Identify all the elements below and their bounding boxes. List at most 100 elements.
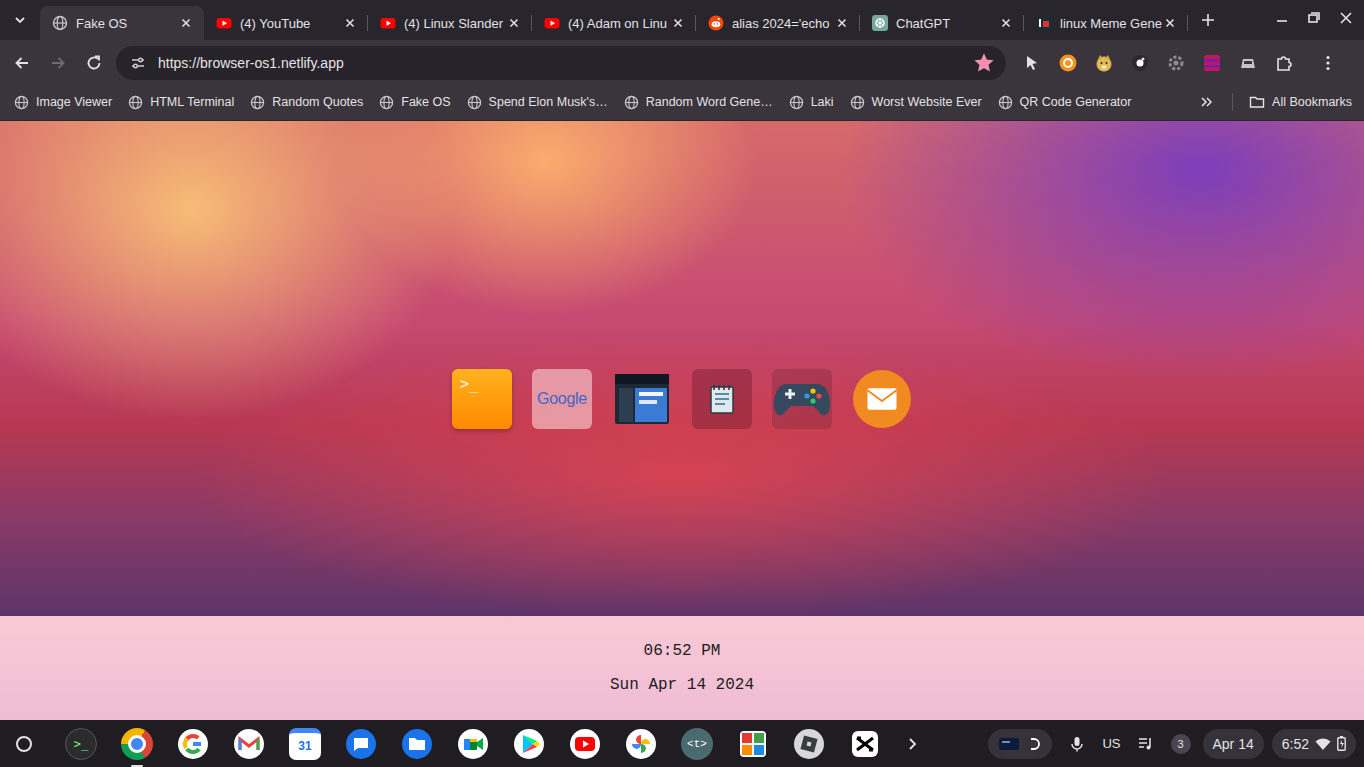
restore-icon[interactable] xyxy=(1300,8,1328,28)
tab-title: linux Meme Gene xyxy=(1060,16,1154,31)
back-button[interactable] xyxy=(6,47,38,79)
tab[interactable]: (4) YouTube xyxy=(204,6,368,40)
desktop-icon[interactable] xyxy=(692,369,752,429)
wifi-icon xyxy=(1315,737,1331,751)
bookmark[interactable]: Spend Elon Musk's… xyxy=(467,95,608,110)
shelf-app[interactable]: 31 xyxy=(285,724,325,764)
bookmark[interactable]: Fake OS xyxy=(379,95,450,110)
bookmark[interactable]: Random Word Gene… xyxy=(624,95,773,110)
globe-icon xyxy=(52,15,68,31)
car-extension-icon[interactable] xyxy=(1238,53,1258,73)
bookmark[interactable]: HTML Terminal xyxy=(128,95,234,110)
cursor-extension-icon[interactable] xyxy=(1022,53,1042,73)
close-icon[interactable] xyxy=(834,15,850,31)
favicon xyxy=(544,15,560,31)
favicon xyxy=(52,15,68,31)
notification-count[interactable]: 3 xyxy=(1171,734,1191,754)
shelf-app[interactable] xyxy=(845,724,885,764)
youtube-icon xyxy=(216,15,232,31)
desktop-icon[interactable] xyxy=(852,369,912,429)
forward-button[interactable] xyxy=(42,47,74,79)
desktop-icon[interactable]: Google xyxy=(532,369,592,429)
bookmark[interactable]: Laki xyxy=(789,95,834,110)
bookmark[interactable]: Image Viewer xyxy=(14,95,112,110)
shelf-app[interactable]: >_ xyxy=(61,724,101,764)
shelf-app[interactable] xyxy=(341,724,381,764)
shelf-app[interactable] xyxy=(733,724,773,764)
close-icon[interactable] xyxy=(342,15,358,31)
tab[interactable]: linux Meme Gene xyxy=(1024,6,1188,40)
shelf-app[interactable] xyxy=(173,724,213,764)
notepad-icon xyxy=(705,382,739,416)
pink-extension-icon[interactable] xyxy=(1202,53,1222,73)
close-icon[interactable] xyxy=(1162,15,1178,31)
close-icon[interactable] xyxy=(670,15,686,31)
chevron-right-icon[interactable] xyxy=(904,736,920,752)
menu-button[interactable] xyxy=(1312,47,1344,79)
clock-time: 06:52 PM xyxy=(644,641,721,661)
shelf-app[interactable] xyxy=(509,724,549,764)
play-store-icon xyxy=(513,728,545,760)
chevron-double-right-icon[interactable] xyxy=(1198,93,1216,111)
input-method[interactable]: US xyxy=(1102,736,1120,751)
gear-extension-icon[interactable] xyxy=(1166,53,1186,73)
youtube-icon xyxy=(544,15,560,31)
bookmark[interactable]: QR Code Generator xyxy=(998,95,1132,110)
url-text[interactable]: https://browser-os1.netlify.app xyxy=(158,55,962,71)
shelf-app[interactable] xyxy=(397,724,437,764)
favicon xyxy=(872,15,888,31)
extensions xyxy=(1022,53,1294,73)
bookmark[interactable]: Random Quotes xyxy=(250,95,363,110)
tab[interactable]: ChatGPT xyxy=(860,6,1024,40)
desktop-icon[interactable] xyxy=(612,369,672,429)
close-icon[interactable] xyxy=(998,15,1014,31)
puzzle-icon[interactable] xyxy=(1274,53,1294,73)
shelf-app[interactable] xyxy=(229,724,269,764)
close-icon[interactable] xyxy=(506,15,522,31)
shelf-app[interactable] xyxy=(621,724,661,764)
globe-icon xyxy=(850,95,865,110)
microphone-icon[interactable] xyxy=(1068,735,1086,753)
stylus-tray-button[interactable] xyxy=(988,729,1052,759)
system-tray-button[interactable]: 6:52 xyxy=(1272,729,1356,759)
globe-icon xyxy=(128,95,143,110)
blocks-app-icon xyxy=(737,728,769,760)
desktop-icon[interactable]: >_ xyxy=(452,369,512,429)
orange-extension-icon[interactable] xyxy=(1058,53,1078,73)
shelf-apps: >_ 31 <t> xyxy=(61,724,885,764)
files-icon xyxy=(401,728,433,760)
bookmark-star-icon[interactable] xyxy=(974,53,994,73)
bookmarks-bar: Image Viewer HTML Terminal Random Quotes Fa… xyxy=(0,86,1364,121)
tab-search-button[interactable] xyxy=(8,8,32,32)
tab-title: Fake OS xyxy=(76,16,170,31)
shelf: >_ 31 <t> US 3 Apr 14 6:52 xyxy=(0,720,1364,767)
tab[interactable]: alias 2024='echo xyxy=(696,6,860,40)
clock-panel: 06:52 PMSun Apr 14 2024 xyxy=(0,616,1364,720)
tab[interactable]: (4) Adam on Linu xyxy=(532,6,696,40)
bookmark[interactable]: Worst Website Ever xyxy=(850,95,982,110)
minimize-icon[interactable] xyxy=(1268,8,1296,28)
close-icon[interactable] xyxy=(178,15,194,31)
reload-button[interactable] xyxy=(78,47,110,79)
desktop-icon[interactable] xyxy=(772,369,832,429)
launcher-button[interactable] xyxy=(8,728,40,760)
plus-icon xyxy=(1200,12,1216,28)
media-controls-icon[interactable] xyxy=(1137,735,1155,753)
favicon xyxy=(216,15,232,31)
all-bookmarks-button[interactable]: All Bookmarks xyxy=(1249,94,1352,110)
eye-extension-icon[interactable] xyxy=(1130,53,1150,73)
address-bar[interactable]: https://browser-os1.netlify.app xyxy=(116,46,1006,80)
tab[interactable]: Fake OS xyxy=(40,6,204,40)
status-tray: US 3 Apr 14 6:52 xyxy=(988,729,1356,759)
shelf-app[interactable] xyxy=(117,724,157,764)
shelf-app[interactable] xyxy=(453,724,493,764)
shelf-app[interactable] xyxy=(789,724,829,764)
shelf-app[interactable]: <t> xyxy=(677,724,717,764)
site-settings-icon[interactable] xyxy=(130,55,146,71)
tab[interactable]: (4) Linux Slander xyxy=(368,6,532,40)
doge-extension-icon[interactable] xyxy=(1094,53,1114,73)
date-button[interactable]: Apr 14 xyxy=(1203,729,1264,759)
new-tab-button[interactable] xyxy=(1194,6,1222,34)
close-window-icon[interactable] xyxy=(1332,8,1360,28)
shelf-app[interactable] xyxy=(565,724,605,764)
